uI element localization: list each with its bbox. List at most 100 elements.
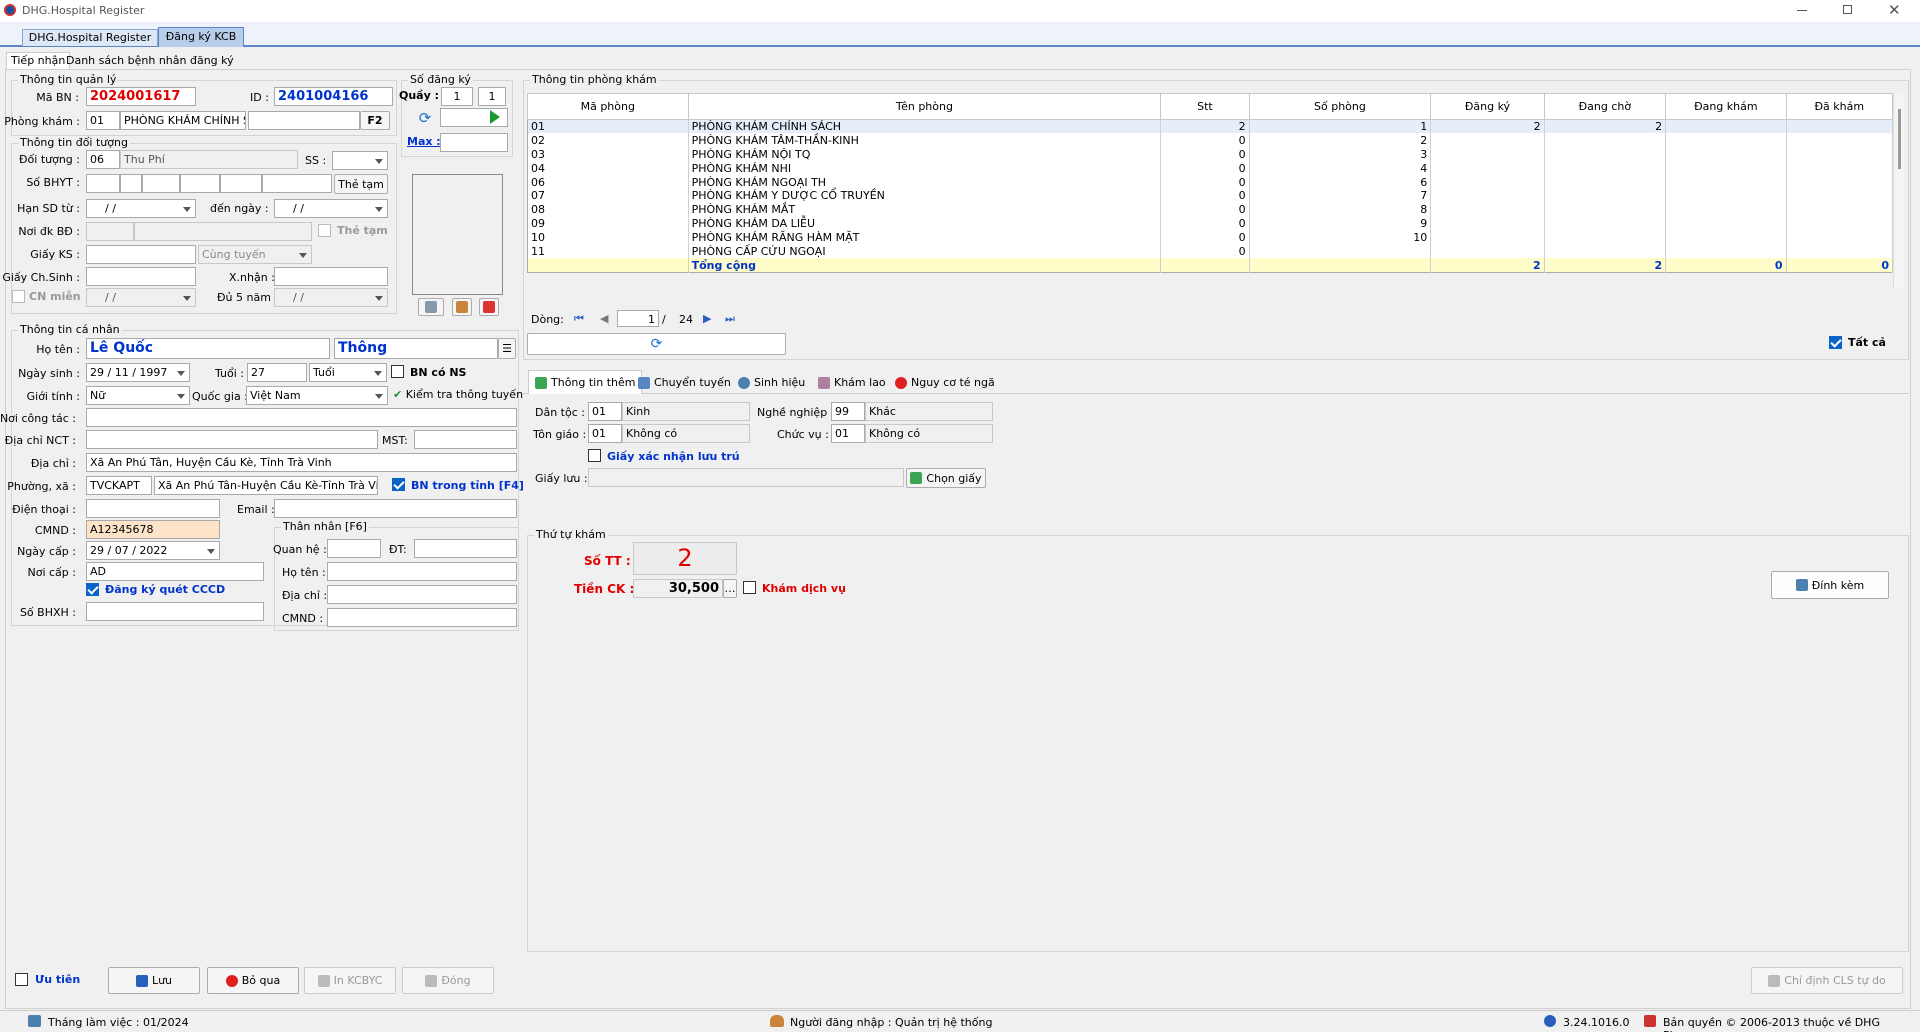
- tien-ck-more-button[interactable]: …: [723, 579, 737, 598]
- ten-field[interactable]: Thông: [334, 338, 498, 359]
- chon-giay-button[interactable]: Chọn giấy: [906, 468, 986, 488]
- than-nhan-dia-chi-field[interactable]: [327, 585, 517, 604]
- maximize-icon[interactable]: [1843, 5, 1852, 14]
- dia-chi-field[interactable]: Xã An Phú Tân, Huyện Cầu Kè, Tỉnh Trà Vi…: [86, 453, 517, 472]
- minimize-icon[interactable]: [1797, 10, 1807, 11]
- photo-box[interactable]: [412, 174, 503, 295]
- id-field[interactable]: 2401004166: [274, 87, 393, 106]
- giay-xac-nhan-checkbox[interactable]: [588, 449, 601, 462]
- next-page-icon[interactable]: ▶: [703, 312, 711, 325]
- bn-co-ns-checkbox[interactable]: [391, 365, 404, 378]
- ma-bn-field[interactable]: 2024001617: [86, 87, 196, 106]
- max-field[interactable]: [440, 133, 508, 152]
- dia-chi-nct-field[interactable]: [86, 430, 378, 449]
- table-row[interactable]: 11 PHÒNG CẤP CỨU NGOẠI 0: [527, 244, 1894, 259]
- bhyt-part-1[interactable]: [86, 174, 120, 193]
- han-sd-from[interactable]: / /: [86, 199, 196, 218]
- col-dang-ky[interactable]: Đăng ký: [1430, 93, 1545, 120]
- page-field[interactable]: 1: [617, 310, 659, 327]
- bhyt-part-3[interactable]: [142, 174, 180, 193]
- tab-kham-lao[interactable]: Khám lao: [818, 376, 886, 389]
- doc-tab-hospital-register[interactable]: DHG.Hospital Register: [22, 29, 158, 46]
- gioi-tinh-select[interactable]: Nữ: [86, 386, 190, 405]
- table-row[interactable]: 01 PHÒNG KHÁM CHÍNH SÁCH 2 1 2 2: [527, 119, 1894, 134]
- bn-trong-tinh-checkbox[interactable]: [392, 478, 405, 491]
- so-bhxh-field[interactable]: [86, 602, 264, 621]
- tab-chuyen-tuyen[interactable]: Chuyển tuyến: [638, 376, 731, 389]
- table-row[interactable]: 09 PHÒNG KHÁM DA LIỄU 0 9: [527, 216, 1894, 231]
- table-row[interactable]: 07 PHÒNG KHÁM Y DƯỢC CỔ TRUYỀN 0 7: [527, 188, 1894, 203]
- than-nhan-ho-ten-field[interactable]: [327, 562, 517, 581]
- table-row[interactable]: 08 PHÒNG KHÁM MẮT 0 8: [527, 202, 1894, 217]
- reload-rooms-button[interactable]: ⟳: [527, 333, 786, 355]
- the-tam-button[interactable]: Thẻ tạm: [334, 174, 388, 194]
- table-scrollbar[interactable]: [1893, 93, 1905, 289]
- ngay-sinh-field[interactable]: 29 / 11 / 1997: [86, 363, 190, 382]
- col-so-phong[interactable]: Số phòng: [1248, 93, 1432, 120]
- noi-cong-tac-field[interactable]: [86, 408, 517, 427]
- dinh-kem-button[interactable]: Đính kèm: [1771, 571, 1889, 599]
- doc-tab-dang-ky-kcb[interactable]: Đăng ký KCB: [158, 27, 244, 47]
- phong-kham-name[interactable]: PHÒNG KHÁM CHÍNH S: [120, 111, 246, 130]
- kiem-tra-thong-tuyen-button[interactable]: ✔ Kiểm tra thông tuyến: [393, 388, 523, 401]
- prev-page-icon[interactable]: ◀: [600, 312, 608, 325]
- col-dang-kham[interactable]: Đang khám: [1665, 93, 1787, 120]
- cung-tuyen-select[interactable]: Cùng tuyến: [198, 245, 312, 264]
- doi-tuong-code[interactable]: 06: [86, 150, 120, 169]
- phuong-xa-code[interactable]: TVCKAPT: [86, 476, 152, 495]
- bhyt-part-2[interactable]: [120, 174, 142, 193]
- ho-ten-field[interactable]: Lê Quốc: [86, 338, 330, 359]
- col-ma-phong[interactable]: Mã phòng: [527, 93, 689, 120]
- first-page-icon[interactable]: ⏮: [574, 312, 584, 326]
- ton-giao-code[interactable]: 01: [588, 424, 622, 443]
- table-row[interactable]: 06 PHÒNG KHÁM NGOẠI TH 0 6: [527, 175, 1894, 189]
- than-nhan-cmnd-field[interactable]: [327, 608, 517, 627]
- bhyt-part-4[interactable]: [180, 174, 220, 193]
- tab-thong-tin-them[interactable]: Thông tin thêm: [528, 370, 643, 394]
- quay-2-field[interactable]: 1: [478, 87, 506, 106]
- dang-ky-cccd-checkbox[interactable]: [86, 583, 99, 596]
- play-icon[interactable]: [490, 110, 507, 124]
- table-row[interactable]: 04 PHÒNG KHÁM NHI 0 4: [527, 161, 1894, 176]
- close-icon[interactable]: ✕: [1888, 1, 1901, 19]
- giay-ks-field[interactable]: [86, 245, 196, 264]
- cn-mien-checkbox[interactable]: [12, 290, 25, 303]
- ss-select[interactable]: [332, 151, 388, 170]
- bhyt-part-6[interactable]: [262, 174, 332, 193]
- name-list-button[interactable]: ☰: [498, 338, 516, 359]
- phuong-xa-name[interactable]: Xã An Phú Tân-Huyện Cầu Kè-Tỉnh Trà Vinh: [154, 476, 378, 495]
- xnhan-field[interactable]: [274, 267, 388, 286]
- dt-field[interactable]: [414, 539, 517, 558]
- refresh-button[interactable]: ⟳: [414, 108, 436, 127]
- han-sd-to[interactable]: / /: [274, 199, 388, 218]
- tuoi-unit-select[interactable]: Tuổi: [309, 363, 387, 382]
- col-da-kham[interactable]: Đã khám: [1785, 93, 1894, 120]
- tat-ca-checkbox[interactable]: [1829, 336, 1842, 349]
- last-page-icon[interactable]: ⏭: [725, 312, 735, 326]
- dien-thoai-field[interactable]: [86, 499, 220, 518]
- uu-tien-checkbox[interactable]: [15, 973, 28, 986]
- quan-he-field[interactable]: [327, 539, 381, 558]
- ngay-cap-field[interactable]: 29 / 07 / 2022: [86, 541, 220, 560]
- quoc-gia-select[interactable]: Việt Nam: [246, 386, 388, 405]
- noi-cap-field[interactable]: AD: [86, 562, 264, 581]
- cmnd-field[interactable]: A12345678: [86, 520, 220, 539]
- chuc-vu-code[interactable]: 01: [831, 424, 865, 443]
- tab-nguy-co-te-nga[interactable]: Nguy cơ té ngã: [895, 376, 995, 389]
- tab-danh-sach[interactable]: Danh sách bệnh nhân đăng ký: [66, 53, 234, 68]
- email-field[interactable]: [274, 499, 517, 518]
- max-label[interactable]: Max :: [407, 135, 441, 148]
- camera-button[interactable]: [418, 298, 444, 316]
- the-tam-checkbox[interactable]: [318, 224, 331, 237]
- nghe-nghiep-code[interactable]: 99: [831, 402, 865, 421]
- photo-user-button[interactable]: [452, 298, 472, 316]
- mst-field[interactable]: [414, 430, 517, 449]
- table-row[interactable]: 03 PHÒNG KHÁM NỘI TQ 0 3: [527, 147, 1894, 162]
- table-row[interactable]: 02 PHÒNG KHÁM TÂM-THẦN-KINH 0 2: [527, 133, 1894, 148]
- table-row[interactable]: 10 PHÒNG KHÁM RĂNG HÀM MẶT 0 10: [527, 230, 1894, 245]
- tuoi-field[interactable]: 27: [247, 363, 307, 382]
- bhyt-part-5[interactable]: [220, 174, 262, 193]
- giay-chsinh-field[interactable]: [86, 267, 196, 286]
- col-ten-phong[interactable]: Tên phòng: [687, 93, 1162, 120]
- quay-1-field[interactable]: 1: [441, 87, 473, 106]
